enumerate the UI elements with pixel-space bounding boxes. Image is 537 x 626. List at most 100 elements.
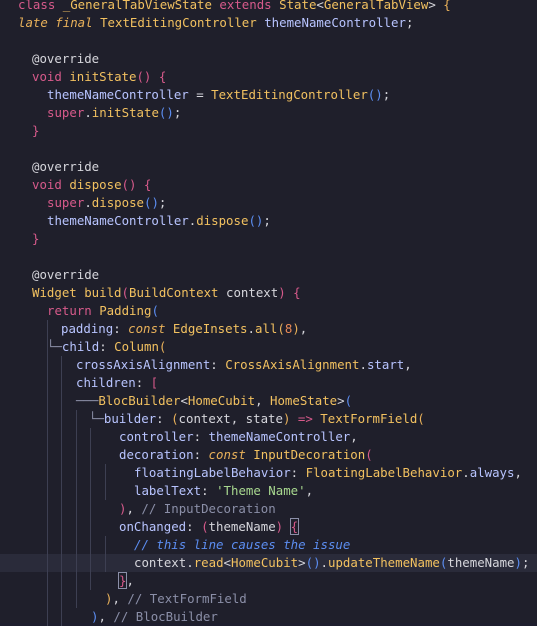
indent-guide — [105, 464, 106, 482]
code-token: , — [299, 321, 308, 336]
code-line[interactable] — [0, 32, 537, 50]
code-token: : — [210, 357, 226, 372]
code-token: ; — [382, 87, 391, 102]
code-line[interactable]: decoration: const InputDecoration( — [0, 446, 537, 464]
code-line[interactable]: ───BlocBuilder<HomeCubit, HomeState>( — [0, 392, 537, 410]
indent-guide — [47, 464, 48, 482]
code-token: void — [32, 69, 70, 84]
code-line[interactable]: floatingLabelBehavior: FloatingLabelBeha… — [0, 464, 537, 482]
code-line[interactable] — [0, 248, 537, 266]
code-token: └─ — [89, 411, 104, 426]
code-line[interactable]: onChanged: (themeName) { — [0, 518, 537, 536]
code-token: = — [188, 87, 212, 102]
indent-guide — [76, 572, 77, 590]
code-token: , — [350, 429, 358, 444]
code-token: floatingLabelBehavior — [134, 465, 291, 480]
code-token: // InputDecoration — [141, 501, 276, 516]
code-token: themeName — [208, 519, 276, 534]
code-line[interactable]: padding: const EdgeInsets.all(8), — [0, 320, 537, 338]
code-line[interactable]: @override — [0, 50, 537, 68]
indent-guide — [61, 500, 62, 518]
code-token: ) — [278, 285, 286, 300]
code-line[interactable]: @override — [0, 158, 537, 176]
code-line[interactable]: children: [ — [0, 374, 537, 392]
code-line[interactable]: void dispose() { — [0, 176, 537, 194]
indent-guide — [47, 410, 48, 428]
code-line[interactable]: └─child: Column( — [0, 338, 537, 356]
indent-guide — [61, 464, 62, 482]
code-token: dispose — [196, 213, 249, 228]
code-token: : — [193, 429, 209, 444]
code-line[interactable]: } — [0, 122, 537, 140]
indent-guide — [47, 320, 48, 338]
indent-guide — [90, 554, 91, 572]
code-token: : — [99, 339, 115, 354]
code-token: . — [359, 357, 367, 372]
code-text: themeNameController.dispose(); — [47, 212, 271, 230]
code-line[interactable]: } — [0, 230, 537, 248]
code-token: ( — [344, 393, 353, 408]
code-line[interactable]: themeNameController.dispose(); — [0, 212, 537, 230]
indent-guide — [61, 554, 62, 572]
code-token: , — [126, 501, 142, 516]
code-token: < — [223, 555, 231, 570]
code-token: TextEditingController — [211, 87, 368, 102]
code-line[interactable]: class _GeneralTabViewState extends State… — [0, 0, 537, 14]
code-token: BuildContext — [129, 285, 226, 300]
code-token: controller — [119, 429, 194, 444]
code-token: └─ — [47, 339, 62, 354]
code-token: _GeneralTabViewState — [62, 0, 220, 12]
indent-guide — [105, 554, 106, 572]
code-text: floatingLabelBehavior: FloatingLabelBeha… — [134, 464, 522, 482]
code-line[interactable]: Widget build(BuildContext context) { — [0, 284, 537, 302]
code-line[interactable]: }, — [0, 572, 537, 590]
code-line[interactable]: void initState() { — [0, 68, 537, 86]
code-token: Column — [114, 339, 159, 354]
indent-guide — [47, 518, 48, 536]
code-line[interactable]: themeNameController = TextEditingControl… — [0, 86, 537, 104]
code-token: > — [298, 555, 306, 570]
code-token: EdgeInsets — [172, 321, 248, 336]
code-text: }, — [117, 572, 134, 590]
code-token: BlocBuilder — [98, 393, 181, 408]
code-line[interactable]: └─builder: (context, state) => TextFormF… — [0, 410, 537, 428]
indent-guide — [76, 536, 77, 554]
code-line[interactable] — [0, 140, 537, 158]
code-token: 'Theme Name' — [216, 483, 306, 498]
code-token: . — [186, 555, 194, 570]
code-line[interactable]: super.dispose(); — [0, 194, 537, 212]
code-token: late final — [18, 15, 101, 30]
code-token: } — [32, 123, 40, 138]
code-line[interactable]: crossAxisAlignment: CrossAxisAlignment.s… — [0, 356, 537, 374]
code-token: ; — [521, 555, 530, 570]
code-line[interactable]: late final TextEditingController themeNa… — [0, 14, 537, 32]
code-text: void initState() { — [32, 68, 166, 86]
code-token: dispose — [69, 177, 122, 192]
code-token: [ — [150, 375, 159, 390]
code-text: children: [ — [76, 374, 158, 392]
indent-guide — [61, 446, 62, 464]
code-line[interactable]: ), // InputDecoration — [0, 500, 537, 518]
code-text: Widget build(BuildContext context) { — [32, 284, 301, 302]
code-line[interactable]: return Padding( — [0, 302, 537, 320]
code-line[interactable]: ), // TextFormField — [0, 590, 537, 608]
code-token: ( — [121, 285, 129, 300]
code-line[interactable]: super.initState(); — [0, 104, 537, 122]
code-line[interactable]: @override — [0, 266, 537, 284]
code-token: InputDecoration — [253, 447, 366, 462]
code-token: GeneralTabView — [323, 0, 429, 12]
code-token: builder — [103, 411, 157, 426]
code-token: . — [320, 555, 328, 570]
code-line[interactable]: // this line causes the issue — [0, 536, 537, 554]
code-token: < — [180, 393, 188, 408]
code-line[interactable]: context.read<HomeCubit>().updateThemeNam… — [0, 554, 537, 572]
code-token: start — [366, 357, 405, 372]
code-token: children — [76, 375, 136, 390]
code-editor[interactable]: class _GeneralTabViewState extends State… — [0, 0, 537, 626]
code-line[interactable]: labelText: 'Theme Name', — [0, 482, 537, 500]
code-line[interactable]: ), // BlocBuilder — [0, 608, 537, 626]
code-token: { — [143, 177, 152, 192]
code-line[interactable]: controller: themeNameController, — [0, 428, 537, 446]
